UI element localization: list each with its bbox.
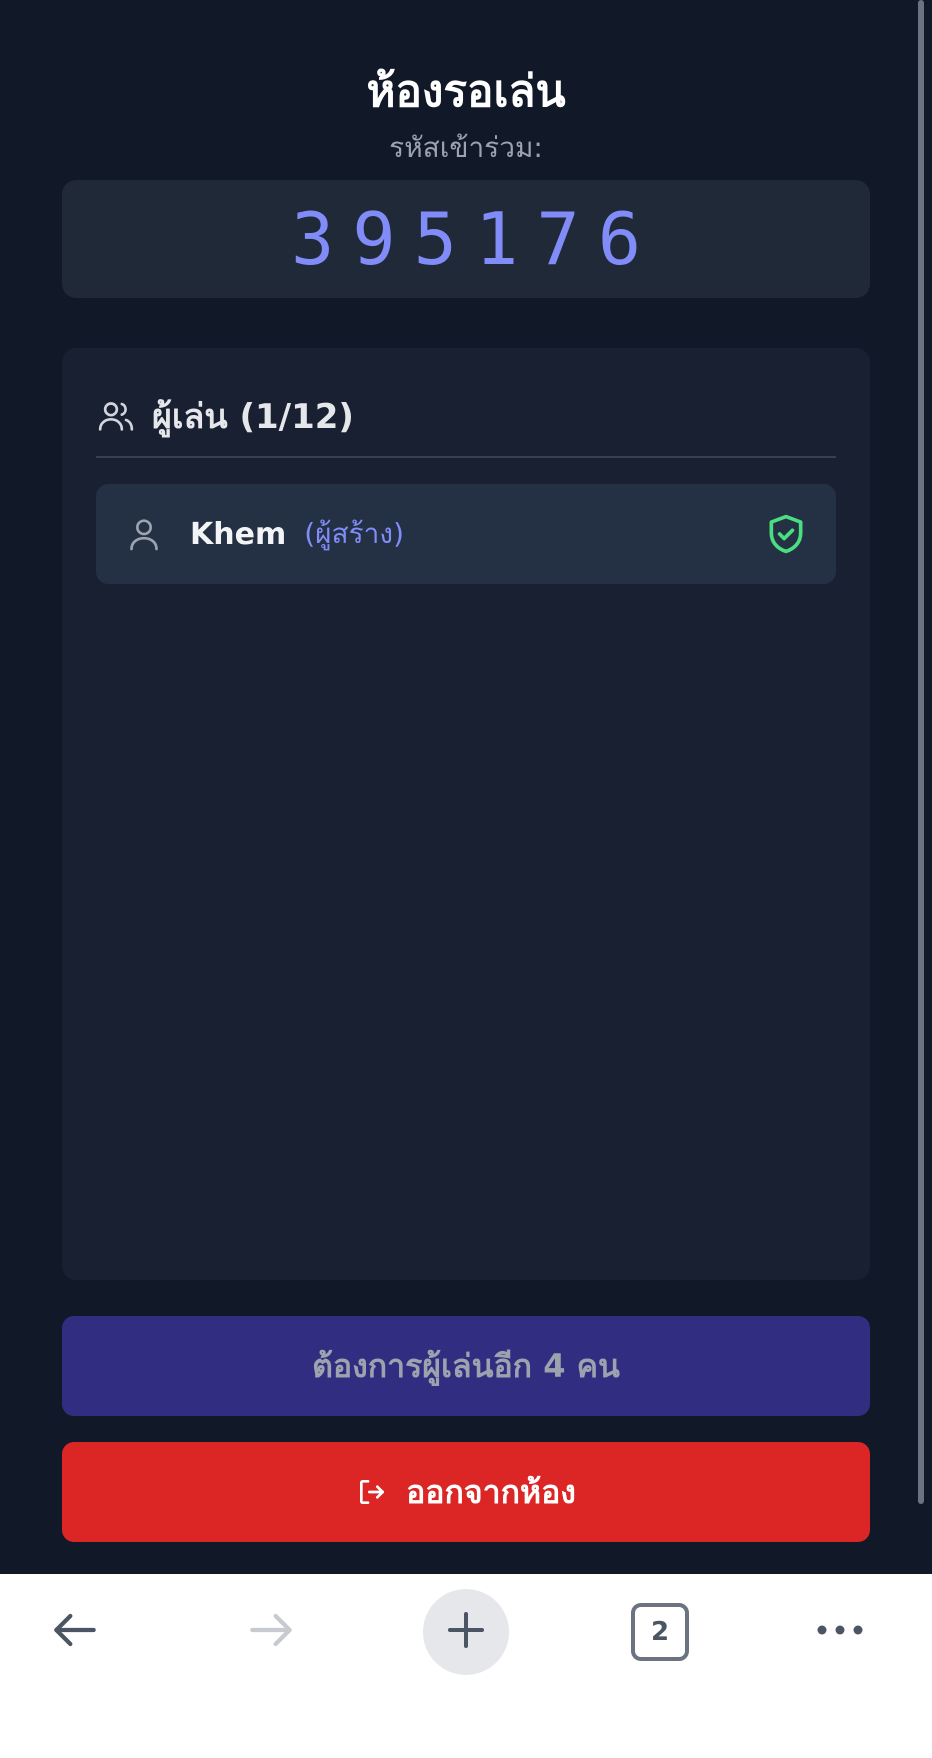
- page-title: ห้องรอเล่น: [366, 66, 566, 117]
- page-scrollbar[interactable]: [918, 0, 924, 1504]
- plus-icon: [442, 1606, 490, 1658]
- players-count-label: ผู้เล่น (1/12): [152, 397, 354, 437]
- back-button[interactable]: [31, 1588, 119, 1676]
- join-code: 395176: [290, 197, 660, 281]
- new-tab-button[interactable]: [422, 1588, 510, 1676]
- lobby-screen: ห้องรอเล่น รหัสเข้าร่วม: 395176 ผู้เล่น …: [0, 0, 932, 1574]
- new-tab-background: [423, 1589, 509, 1675]
- player-row: Khem (ผู้สร้าง): [96, 484, 836, 584]
- players-header: ผู้เล่น (1/12): [96, 386, 836, 446]
- logout-icon: [356, 1476, 388, 1508]
- shield-check-icon: [764, 512, 808, 556]
- forward-button[interactable]: [227, 1588, 315, 1676]
- leave-room-button[interactable]: ออกจากห้อง: [62, 1442, 870, 1542]
- players-panel: ผู้เล่น (1/12) Khem (ผู้สร้าง): [62, 348, 870, 1280]
- tab-count: 2: [650, 1617, 670, 1647]
- need-players-button[interactable]: ต้องการผู้เล่นอีก 4 คน: [62, 1316, 870, 1416]
- leave-room-label: ออกจากห้อง: [406, 1472, 576, 1511]
- players-divider: [96, 456, 836, 458]
- player-name: Khem: [190, 516, 287, 552]
- tabs-button[interactable]: 2: [616, 1588, 704, 1676]
- join-code-label: รหัสเข้าร่วม:: [389, 131, 543, 164]
- join-code-box: 395176: [62, 180, 870, 298]
- more-button[interactable]: [796, 1588, 884, 1676]
- player-role: (ผู้สร้าง): [304, 517, 404, 550]
- back-arrow-icon: [47, 1602, 103, 1662]
- browser-toolbar: 2: [0, 1574, 932, 1758]
- forward-arrow-icon: [243, 1602, 299, 1662]
- users-icon: [96, 396, 136, 436]
- tabs-icon: 2: [631, 1603, 689, 1661]
- more-icon: [812, 1620, 868, 1644]
- user-icon: [124, 514, 164, 554]
